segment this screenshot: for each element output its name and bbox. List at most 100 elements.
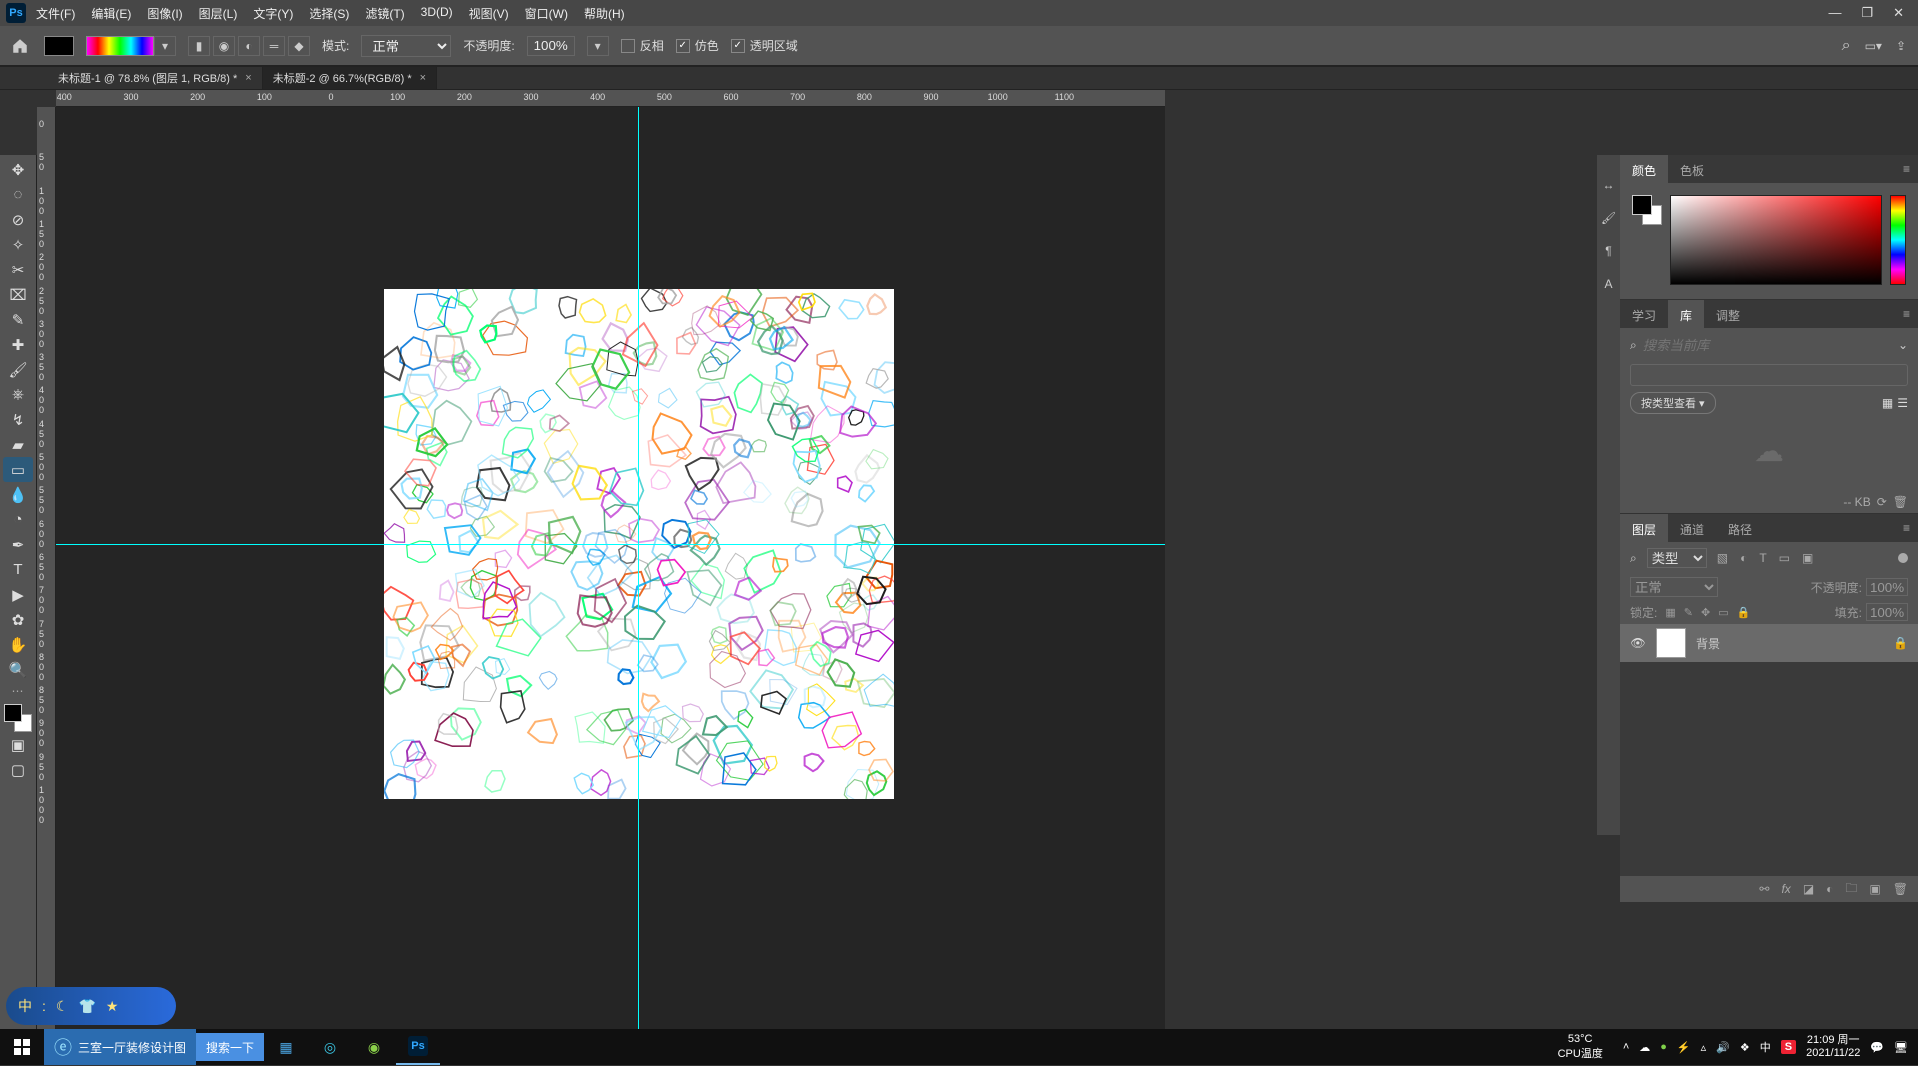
screenmode-button[interactable]: ▢: [3, 757, 33, 782]
search-dropdown-icon[interactable]: ⌄: [1898, 338, 1908, 352]
opacity-dropdown[interactable]: ▾: [587, 36, 609, 56]
edit-toolbar-button[interactable]: ⋯: [12, 684, 25, 698]
adjustments-tab[interactable]: 调整: [1704, 300, 1752, 328]
horizontal-ruler[interactable]: 4003002001000100200300400500600700800900…: [56, 90, 1165, 107]
taskbar-app-ie[interactable]: ⓔ 三室一厅装修设计图: [44, 1029, 196, 1065]
pen-tool[interactable]: ✒: [3, 532, 33, 557]
history-brush-tool[interactable]: ↯: [3, 407, 33, 432]
start-button[interactable]: [0, 1029, 44, 1065]
adjustment-icon[interactable]: ◐: [1826, 882, 1833, 896]
delete-icon[interactable]: 🗑: [1893, 495, 1908, 509]
frame-tool[interactable]: ⌧: [3, 282, 33, 307]
horizontal-guide[interactable]: [56, 544, 1165, 545]
zoom-tool[interactable]: 🔍: [3, 657, 33, 682]
lock-position-icon[interactable]: ✥: [1701, 606, 1710, 619]
clone-stamp-tool[interactable]: ⎈: [3, 382, 33, 407]
notification-icon[interactable]: 💬: [1870, 1041, 1884, 1054]
blur-tool[interactable]: 💧: [3, 482, 33, 507]
history-panel-icon[interactable]: ↔: [1599, 175, 1618, 194]
angle-gradient-button[interactable]: ◐: [238, 36, 260, 56]
panel-menu-icon[interactable]: ≡: [1895, 514, 1918, 542]
grid-view-icon[interactable]: ▦: [1882, 396, 1893, 410]
channels-tab[interactable]: 通道: [1668, 514, 1716, 542]
quickmask-button[interactable]: ▣: [3, 732, 33, 757]
menu-window[interactable]: 窗口(W): [525, 5, 568, 22]
fill-input[interactable]: [1866, 603, 1908, 621]
document-tab-1[interactable]: 未标题-1 @ 78.8% (图层 1, RGB/8) * ×: [48, 67, 263, 89]
invert-checkbox[interactable]: 反相: [621, 37, 664, 54]
lock-artboard-icon[interactable]: ▭: [1718, 606, 1728, 619]
lock-icon[interactable]: 🔒: [1893, 636, 1908, 650]
lasso-tool[interactable]: ⊘: [3, 207, 33, 232]
character-panel-icon[interactable]: A: [1599, 274, 1618, 293]
color-swatches[interactable]: [4, 704, 32, 732]
shape-tool[interactable]: ✿: [3, 607, 33, 632]
panel-fg-color[interactable]: [1632, 195, 1652, 215]
lock-all-icon[interactable]: 🔒: [1737, 606, 1751, 619]
tray-bubble-icon[interactable]: ●: [1660, 1041, 1667, 1053]
color-tab[interactable]: 颜色: [1620, 155, 1668, 183]
tray-sogou-icon[interactable]: S: [1781, 1040, 1796, 1054]
dodge-tool[interactable]: ◔: [3, 507, 33, 532]
linear-gradient-button[interactable]: ▮: [188, 36, 210, 56]
opacity-input[interactable]: [527, 36, 575, 56]
layer-row-background[interactable]: 👁 背景 🔒: [1620, 624, 1918, 662]
search-icon[interactable]: ⌕: [1842, 37, 1851, 55]
group-icon[interactable]: 🗀: [1845, 879, 1857, 900]
layer-blend-select[interactable]: 正常: [1630, 577, 1718, 597]
healing-brush-tool[interactable]: ✚: [3, 332, 33, 357]
mask-icon[interactable]: ◪: [1803, 882, 1814, 896]
magic-wand-tool[interactable]: ✧: [3, 232, 33, 257]
diamond-gradient-button[interactable]: ◆: [288, 36, 310, 56]
close-tab-icon[interactable]: ×: [245, 72, 251, 84]
menu-edit[interactable]: 编辑(E): [91, 5, 131, 22]
gradient-preview[interactable]: [44, 36, 74, 56]
brush-panel-icon[interactable]: 🖌: [1599, 208, 1618, 227]
filter-pixel-icon[interactable]: ▧: [1717, 551, 1728, 565]
blend-mode-select[interactable]: 正常: [361, 35, 451, 57]
close-tab-icon[interactable]: ×: [420, 72, 426, 84]
menu-layer[interactable]: 图层(L): [199, 5, 238, 22]
filter-search-icon[interactable]: ⌕: [1630, 551, 1637, 566]
layer-list[interactable]: 👁 背景 🔒: [1620, 624, 1918, 876]
panel-menu-icon[interactable]: ≡: [1895, 155, 1918, 183]
filter-smart-icon[interactable]: ▣: [1802, 551, 1813, 565]
taskbar-app-word[interactable]: ▦: [264, 1029, 308, 1065]
newlayer-icon[interactable]: ▣: [1869, 882, 1880, 896]
crop-tool[interactable]: ✂: [3, 257, 33, 282]
view-by-type-pill[interactable]: 按类型查看 ▾: [1630, 392, 1716, 414]
lock-pixels-icon[interactable]: ▦: [1665, 606, 1675, 619]
libraries-tab[interactable]: 库: [1668, 300, 1704, 328]
tray-volume-icon[interactable]: 🔊: [1716, 1041, 1730, 1054]
agent-icon[interactable]: 🖥: [1894, 1041, 1908, 1054]
trash-icon[interactable]: 🗑: [1893, 882, 1908, 896]
gradient-tool[interactable]: ▭: [3, 457, 33, 482]
menu-file[interactable]: 文件(F): [36, 5, 75, 22]
layer-thumbnail[interactable]: [1656, 628, 1686, 658]
taskbar-search[interactable]: 搜索一下: [196, 1033, 264, 1061]
marquee-tool[interactable]: ◌: [3, 182, 33, 207]
taskbar-app-360[interactable]: ◉: [352, 1029, 396, 1065]
filter-type-icon[interactable]: T: [1759, 551, 1766, 565]
layer-opacity-input[interactable]: [1866, 578, 1908, 596]
library-select[interactable]: [1630, 364, 1908, 386]
menu-3d[interactable]: 3D(D): [421, 5, 453, 22]
learn-tab[interactable]: 学习: [1620, 300, 1668, 328]
fx-icon[interactable]: fx: [1781, 882, 1790, 896]
brush-tool[interactable]: 🖌: [3, 357, 33, 382]
hue-slider[interactable]: [1890, 195, 1906, 285]
visibility-icon[interactable]: 👁: [1630, 636, 1646, 650]
tray-chevron-icon[interactable]: ˄: [1623, 1041, 1629, 1053]
gradient-picker[interactable]: [86, 36, 154, 56]
menu-image[interactable]: 图像(I): [147, 5, 182, 22]
minimize-icon[interactable]: —: [1828, 5, 1841, 21]
menu-filter[interactable]: 滤镜(T): [365, 5, 404, 22]
filter-adjust-icon[interactable]: ◐: [1740, 551, 1747, 565]
close-icon[interactable]: ✕: [1893, 5, 1904, 21]
filter-toggle[interactable]: [1898, 553, 1908, 563]
reflected-gradient-button[interactable]: ═: [263, 36, 285, 56]
menu-type[interactable]: 文字(Y): [253, 5, 293, 22]
path-select-tool[interactable]: ▶: [3, 582, 33, 607]
tray-cloud-icon[interactable]: ☁: [1639, 1041, 1650, 1054]
canvas-area[interactable]: [56, 107, 1165, 1051]
